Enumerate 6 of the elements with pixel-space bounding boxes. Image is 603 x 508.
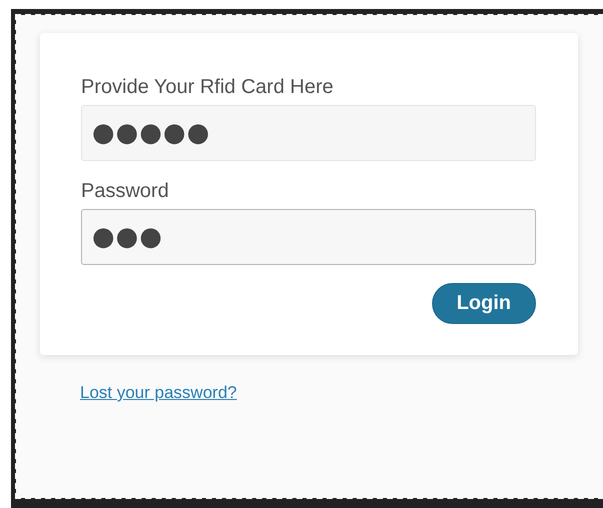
field-label: Password — [81, 179, 170, 203]
lost-password-link[interactable]: Lost your password? — [80, 383, 237, 403]
field-label: Provide Your Rfid Card Here — [81, 75, 334, 99]
input-field[interactable]: ●●●●● — [81, 105, 536, 161]
input-field[interactable]: ●●● — [81, 209, 536, 265]
login-button[interactable]: Login — [432, 283, 536, 324]
